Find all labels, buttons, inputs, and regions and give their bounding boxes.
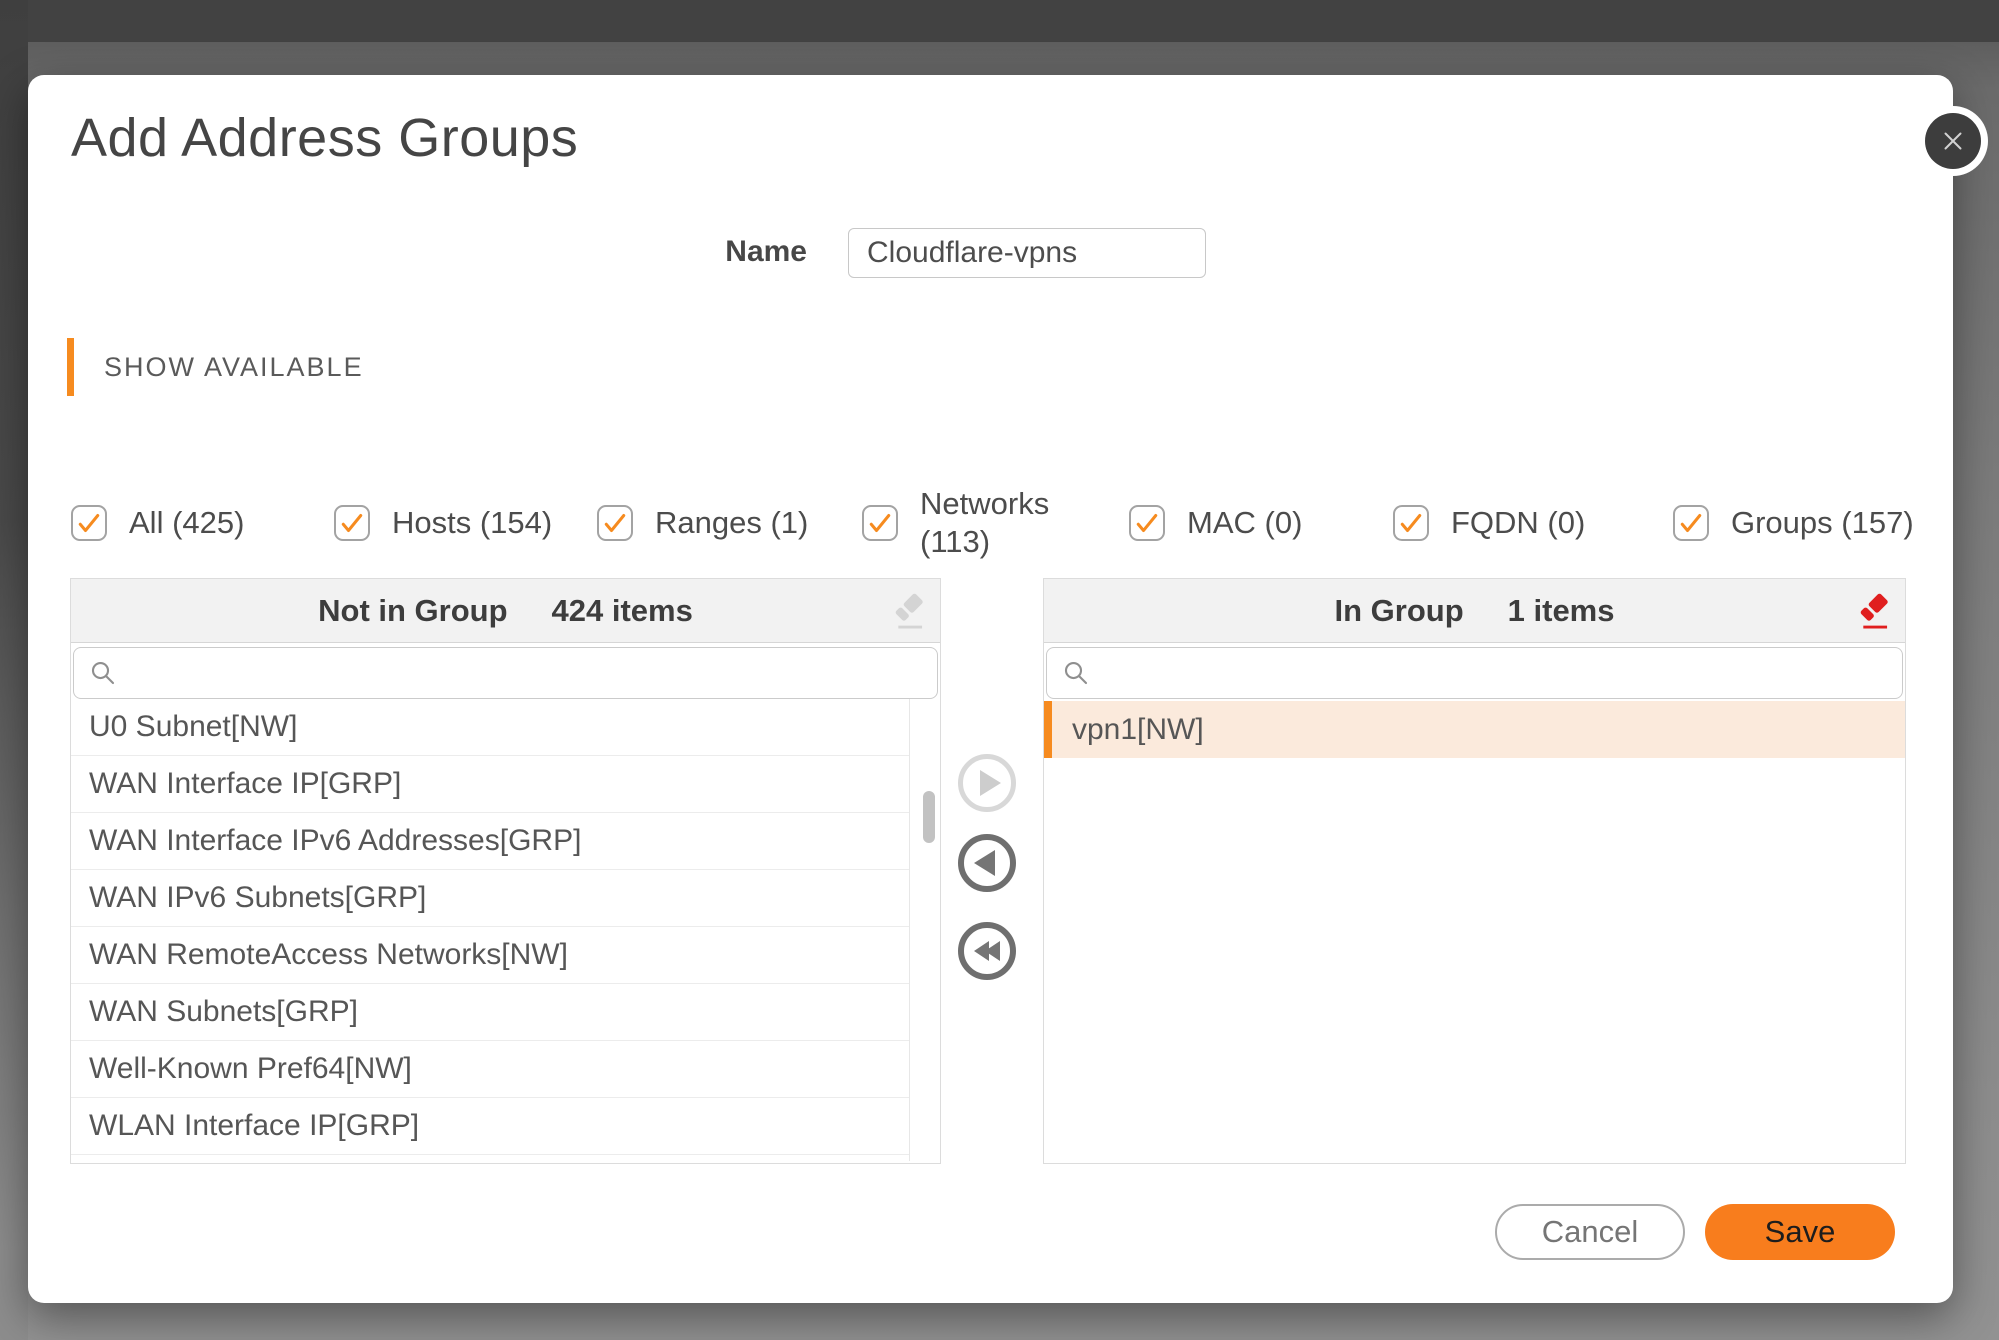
filter-checkbox-ranges[interactable]: Ranges (1) bbox=[597, 483, 808, 563]
not-in-group-search[interactable] bbox=[73, 647, 938, 699]
close-button[interactable] bbox=[1925, 113, 1981, 169]
checkbox-checked-icon[interactable] bbox=[597, 505, 633, 541]
in-group-list: vpn1[NW] bbox=[1044, 701, 1905, 1163]
filter-label: Networks (113) bbox=[920, 486, 1050, 559]
filter-checkbox-all[interactable]: All (425) bbox=[71, 483, 244, 563]
list-item[interactable]: WLAN Interface IP[GRP] bbox=[71, 1098, 909, 1155]
in-group-panel: In Group 1 items vpn1[NW] bbox=[1043, 578, 1906, 1164]
name-label: Name bbox=[725, 235, 807, 268]
scrollbar-thumb[interactable] bbox=[923, 791, 935, 843]
list-item-selected[interactable]: vpn1[NW] bbox=[1044, 701, 1905, 758]
add-address-groups-dialog: Add Address Groups Name SHOW AVAILABLE A… bbox=[28, 75, 1981, 1303]
panel-count: 424 items bbox=[551, 592, 693, 628]
not-in-group-header: Not in Group 424 items bbox=[71, 579, 940, 643]
checkbox-checked-icon[interactable] bbox=[862, 505, 898, 541]
move-right-button[interactable] bbox=[958, 754, 1016, 812]
filter-label: All (425) bbox=[129, 505, 245, 540]
not-in-group-list: U0 Subnet[NW] WAN Interface IP[GRP] WAN … bbox=[71, 699, 940, 1161]
section-accent-bar bbox=[67, 338, 74, 396]
filter-label: Ranges (1) bbox=[655, 505, 809, 540]
search-input[interactable] bbox=[1103, 648, 1888, 698]
triangle-left-icon bbox=[974, 850, 995, 876]
dialog-title: Add Address Groups bbox=[71, 108, 579, 168]
filter-checkbox-groups[interactable]: Groups (157) bbox=[1673, 483, 1914, 563]
checkbox-checked-icon[interactable] bbox=[334, 505, 370, 541]
list-item[interactable]: Well-Known Pref64[NW] bbox=[71, 1041, 909, 1098]
show-available-section: SHOW AVAILABLE bbox=[67, 337, 364, 397]
list-item[interactable]: WAN Interface IPv6 Addresses[GRP] bbox=[71, 813, 909, 870]
checkbox-checked-icon[interactable] bbox=[1673, 505, 1709, 541]
filter-label: MAC (0) bbox=[1187, 505, 1303, 540]
triangle-right-icon bbox=[979, 770, 1001, 796]
filter-checkbox-hosts[interactable]: Hosts (154) bbox=[334, 483, 552, 563]
clear-not-in-group-button[interactable] bbox=[890, 592, 928, 632]
name-input[interactable] bbox=[848, 228, 1206, 278]
section-label: SHOW AVAILABLE bbox=[104, 351, 364, 382]
search-icon bbox=[91, 661, 115, 685]
list-item[interactable]: WAN RemoteAccess Networks[NW] bbox=[71, 927, 909, 984]
eraser-icon bbox=[1860, 593, 1888, 629]
move-all-left-button[interactable] bbox=[958, 922, 1016, 980]
panel-count: 1 items bbox=[1507, 592, 1615, 628]
search-input[interactable] bbox=[130, 648, 923, 698]
in-group-header: In Group 1 items bbox=[1044, 579, 1905, 643]
search-icon bbox=[1064, 661, 1088, 685]
save-button[interactable]: Save bbox=[1705, 1204, 1895, 1260]
dimmed-app-sidebar bbox=[0, 0, 28, 1340]
filter-checkbox-mac[interactable]: MAC (0) bbox=[1129, 483, 1302, 563]
filter-label: FQDN (0) bbox=[1451, 505, 1586, 540]
in-group-search[interactable] bbox=[1046, 647, 1903, 699]
scrollbar-track[interactable] bbox=[909, 699, 940, 1161]
filter-checkbox-networks[interactable]: Networks (113) bbox=[862, 483, 1070, 563]
checkbox-checked-icon[interactable] bbox=[71, 505, 107, 541]
move-left-button[interactable] bbox=[958, 834, 1016, 892]
clear-in-group-button[interactable] bbox=[1855, 592, 1893, 632]
list-item[interactable]: WAN IPv6 Subnets[GRP] bbox=[71, 870, 909, 927]
not-in-group-panel: Not in Group 424 items U0 Subnet[NW] WAN… bbox=[70, 578, 941, 1164]
list-item[interactable]: U0 Subnet[NW] bbox=[71, 699, 909, 756]
double-triangle-left-icon bbox=[985, 941, 1000, 961]
cancel-button[interactable]: Cancel bbox=[1495, 1204, 1685, 1260]
panel-title: Not in Group bbox=[318, 592, 508, 628]
eraser-icon bbox=[895, 593, 923, 629]
checkbox-checked-icon[interactable] bbox=[1129, 505, 1165, 541]
filter-checkbox-fqdn[interactable]: FQDN (0) bbox=[1393, 483, 1585, 563]
panel-title: In Group bbox=[1334, 592, 1464, 628]
filter-label: Hosts (154) bbox=[392, 505, 553, 540]
list-item[interactable]: WAN Interface IP[GRP] bbox=[71, 756, 909, 813]
dimmed-app-topbar bbox=[0, 0, 1999, 42]
close-icon bbox=[1944, 132, 1962, 150]
filter-label: Groups (157) bbox=[1731, 505, 1914, 540]
list-item[interactable]: WAN Subnets[GRP] bbox=[71, 984, 909, 1041]
checkbox-checked-icon[interactable] bbox=[1393, 505, 1429, 541]
